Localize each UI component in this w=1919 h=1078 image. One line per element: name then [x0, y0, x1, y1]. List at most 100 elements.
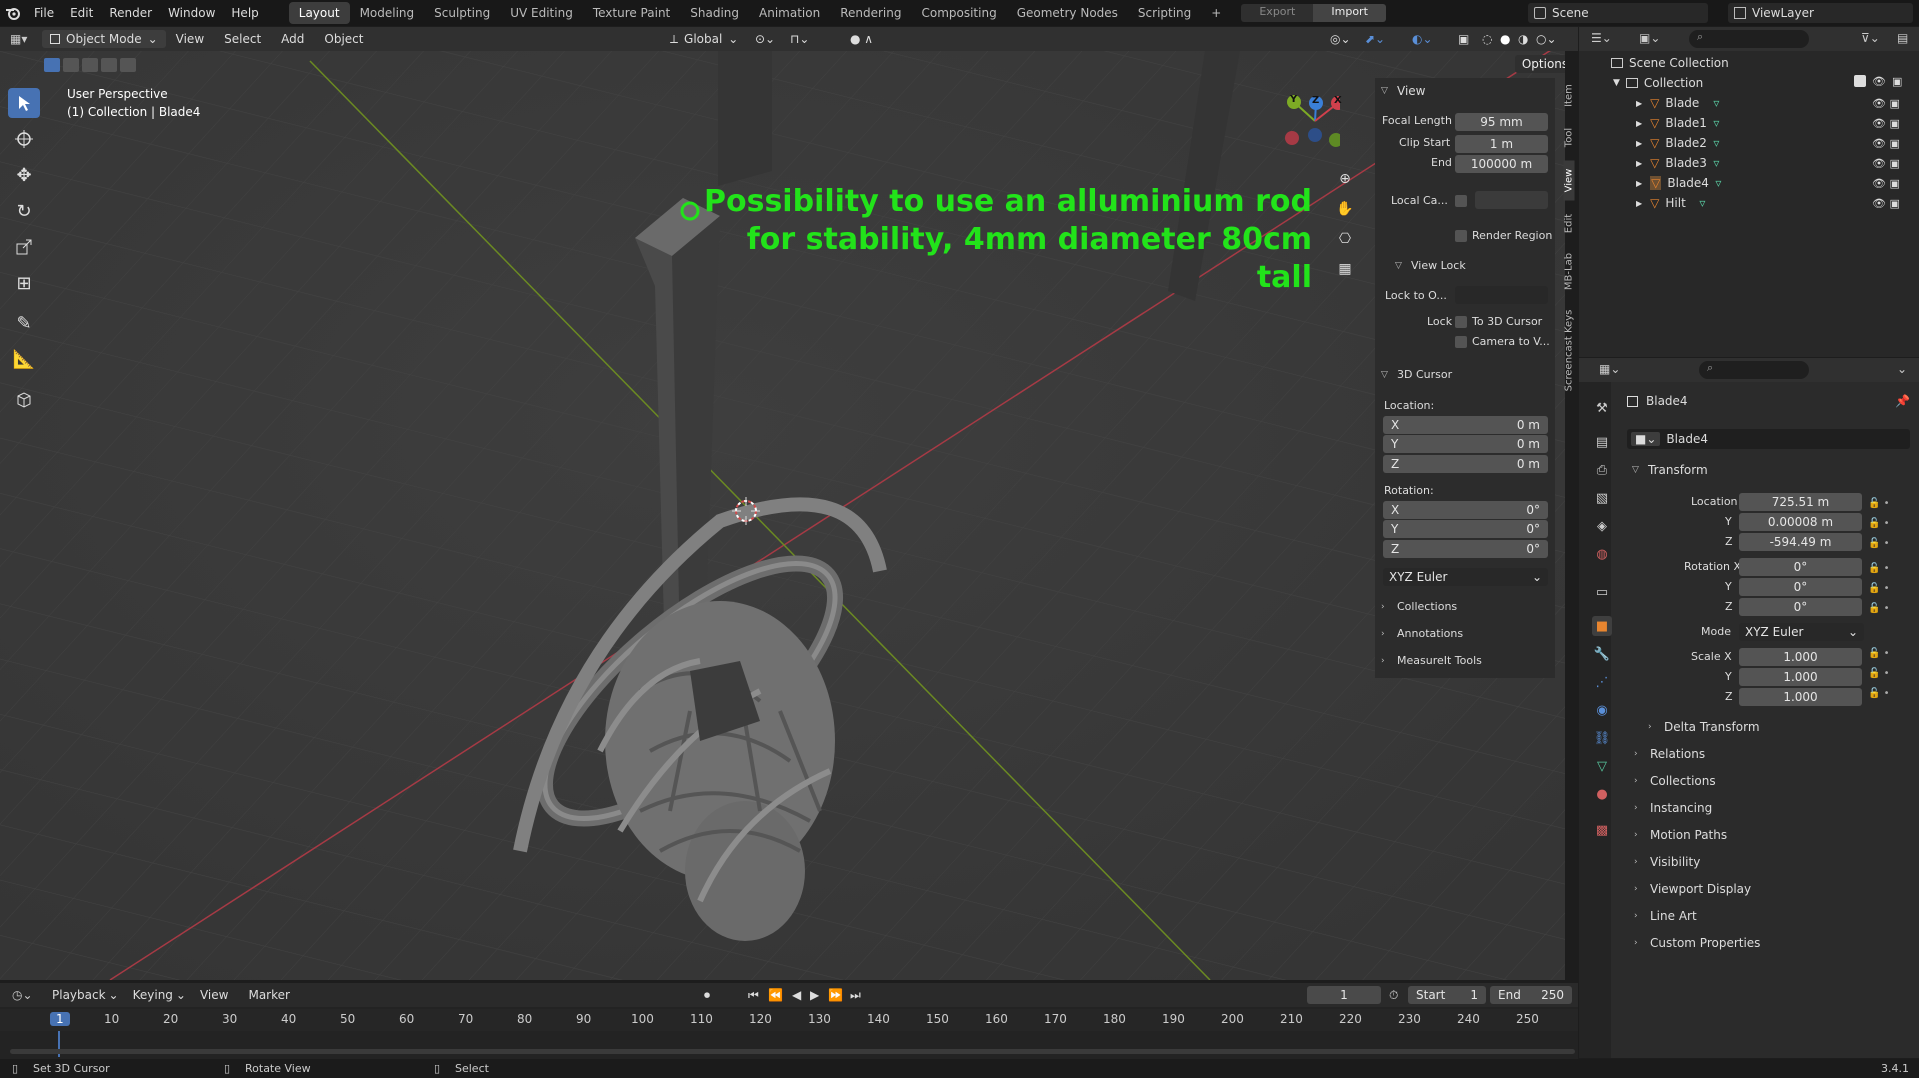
- lock-to-cursor-checkbox[interactable]: [1455, 316, 1467, 328]
- relations-section[interactable]: › Relations: [1634, 747, 1705, 761]
- measure-tool-icon[interactable]: 📐: [8, 344, 40, 374]
- tool-tab-icon[interactable]: ⚒: [1592, 398, 1612, 418]
- local-camera-picker[interactable]: [1475, 191, 1548, 209]
- mode-dropdown[interactable]: Object Mode ⌄: [42, 30, 166, 48]
- lock-icon[interactable]: 🔓 •: [1868, 599, 1890, 619]
- proportional-edit-icon[interactable]: ● ∧: [850, 32, 873, 46]
- annotations-section[interactable]: › Annotations: [1381, 627, 1463, 640]
- custom-properties-section[interactable]: › Custom Properties: [1634, 936, 1760, 950]
- menu-select[interactable]: Select: [214, 32, 271, 46]
- annotate-tool-icon[interactable]: ✎: [8, 308, 40, 338]
- jump-start-icon[interactable]: ⏮: [748, 988, 759, 1003]
- menu-view[interactable]: View: [166, 32, 214, 46]
- scene-selector[interactable]: Scene: [1528, 3, 1708, 23]
- overlay-toggle-icon[interactable]: ◐⌄: [1412, 32, 1433, 46]
- orientation-dropdown[interactable]: ⟂ Global ⌄: [670, 32, 738, 47]
- transform-section-header[interactable]: ▽ Transform: [1632, 463, 1708, 477]
- transform-tool-icon[interactable]: ⊞: [8, 268, 40, 298]
- cursor-tool-icon[interactable]: [8, 124, 40, 154]
- filter-icon[interactable]: ⊽⌄: [1861, 31, 1880, 45]
- visibility-row[interactable]: 👁 ▣: [1872, 94, 1900, 114]
- eye-icon[interactable]: 👁: [1872, 75, 1886, 88]
- menu-file[interactable]: File: [26, 6, 62, 20]
- tab-compositing[interactable]: Compositing: [911, 2, 1006, 24]
- lock-icon[interactable]: 🔓 •: [1868, 559, 1890, 579]
- visibility-row[interactable]: 👁 ▣: [1872, 114, 1900, 134]
- view-layer-selector[interactable]: ViewLayer: [1728, 3, 1913, 23]
- rotation-z-field[interactable]: 0°: [1739, 598, 1862, 616]
- cursor-loc-z[interactable]: Z 0 m: [1383, 455, 1548, 473]
- location-x-field[interactable]: 725.51 m: [1739, 493, 1862, 511]
- constraints-tab-icon[interactable]: ⛓: [1592, 728, 1612, 748]
- collection-row[interactable]: ▼ Collection: [1613, 74, 1703, 92]
- select-invert-icon[interactable]: [101, 58, 117, 72]
- object-datablock-field[interactable]: ■⌄ Blade4: [1627, 429, 1910, 449]
- timeline-scrollbar[interactable]: [10, 1049, 1575, 1054]
- options-button[interactable]: Options: [1515, 55, 1565, 73]
- outliner-item-blade4[interactable]: ▶ ▽ Blade4 ▿: [1636, 174, 1721, 192]
- tab-edit[interactable]: Edit: [1564, 206, 1575, 242]
- shading-wireframe-icon[interactable]: ◌: [1482, 32, 1492, 46]
- timeline-ruler[interactable]: 1 10 20 30 40 50 60 70 80 90 100 110 120…: [0, 1009, 1578, 1031]
- focal-length-field[interactable]: 95 mm: [1455, 113, 1548, 131]
- outliner-item-blade2[interactable]: ▶ ▽ Blade2 ▿: [1636, 134, 1719, 152]
- motion-paths-section[interactable]: › Motion Paths: [1634, 828, 1727, 842]
- add-cube-tool-icon[interactable]: [8, 384, 40, 414]
- tab-uv-editing[interactable]: UV Editing: [500, 2, 583, 24]
- navigation-gizmo[interactable]: Y Z X: [1280, 91, 1345, 151]
- lock-icon[interactable]: 🔓 •: [1868, 579, 1890, 599]
- cursor-rot-x[interactable]: X 0°: [1383, 501, 1548, 519]
- zoom-icon[interactable]: ⊕: [1334, 171, 1356, 193]
- outliner-item-blade1[interactable]: ▶ ▽ Blade1 ▿: [1636, 114, 1719, 132]
- tab-item[interactable]: Item: [1564, 78, 1575, 114]
- export-button[interactable]: Export: [1241, 4, 1314, 22]
- cursor-rot-y[interactable]: Y 0°: [1383, 520, 1548, 538]
- tab-sculpting[interactable]: Sculpting: [424, 2, 500, 24]
- select-subtract-icon[interactable]: [82, 58, 98, 72]
- particles-tab-icon[interactable]: ⋰: [1592, 672, 1612, 692]
- menu-edit[interactable]: Edit: [62, 6, 101, 20]
- visibility-row[interactable]: 👁 ▣: [1872, 134, 1900, 154]
- visibility-section[interactable]: › Visibility: [1634, 855, 1700, 869]
- lock-icon[interactable]: 🔓 •: [1868, 514, 1890, 534]
- tab-animation[interactable]: Animation: [749, 2, 830, 24]
- menu-object[interactable]: Object: [314, 32, 373, 46]
- rotate-tool-icon[interactable]: ↻: [8, 196, 40, 226]
- shading-solid-icon[interactable]: ●: [1500, 32, 1510, 46]
- view-layer-tab-icon[interactable]: ▧: [1592, 488, 1612, 508]
- camera-to-view-checkbox[interactable]: [1455, 336, 1467, 348]
- modifier-tab-icon[interactable]: 🔧: [1592, 644, 1612, 664]
- add-workspace-button[interactable]: +: [1201, 2, 1231, 24]
- output-tab-icon[interactable]: ⎙: [1592, 460, 1612, 480]
- rotation-mode-dropdown[interactable]: XYZ Euler ⌄: [1383, 568, 1548, 586]
- shading-rendered-icon[interactable]: ○⌄: [1536, 32, 1557, 46]
- lock-icon[interactable]: 🔓 •: [1868, 644, 1890, 664]
- scale-tool-icon[interactable]: [8, 232, 40, 262]
- pin-icon[interactable]: 📌: [1895, 394, 1910, 408]
- tab-tool[interactable]: Tool: [1564, 120, 1575, 156]
- tab-view[interactable]: View: [1563, 160, 1575, 201]
- outliner-search-input[interactable]: ⌕: [1689, 30, 1809, 48]
- outliner-item-hilt[interactable]: ▶ ▽ Hilt ▿: [1636, 194, 1705, 212]
- menu-help[interactable]: Help: [223, 6, 266, 20]
- viewport-display-section[interactable]: › Viewport Display: [1634, 882, 1751, 896]
- cursor-rot-z[interactable]: Z 0°: [1383, 540, 1548, 558]
- timeline-editor-icon[interactable]: ◷⌄: [12, 988, 42, 1002]
- camera-view-icon[interactable]: ⎔: [1334, 231, 1356, 253]
- lock-icon[interactable]: 🔓 •: [1868, 494, 1890, 514]
- ortho-grid-icon[interactable]: ▦: [1334, 261, 1356, 283]
- location-y-field[interactable]: 0.00008 m: [1739, 513, 1862, 531]
- render-tab-icon[interactable]: ▤: [1592, 432, 1612, 452]
- tab-screencast-keys[interactable]: Screencast Keys: [1564, 303, 1575, 399]
- new-collection-icon[interactable]: ▤: [1897, 31, 1908, 45]
- menu-playback[interactable]: Playback: [52, 988, 106, 1002]
- properties-editor-icon[interactable]: ▦⌄: [1599, 362, 1620, 376]
- tab-modeling[interactable]: Modeling: [350, 2, 425, 24]
- tab-layout[interactable]: Layout: [288, 2, 350, 24]
- blender-logo-icon[interactable]: [0, 0, 26, 26]
- tab-rendering[interactable]: Rendering: [830, 2, 911, 24]
- xray-icon[interactable]: ▣: [1458, 32, 1469, 46]
- outliner-item-blade[interactable]: ▶ ▽ Blade ▿: [1636, 94, 1719, 112]
- physics-tab-icon[interactable]: ◉: [1592, 700, 1612, 720]
- scale-z-field[interactable]: 1.000: [1739, 688, 1862, 706]
